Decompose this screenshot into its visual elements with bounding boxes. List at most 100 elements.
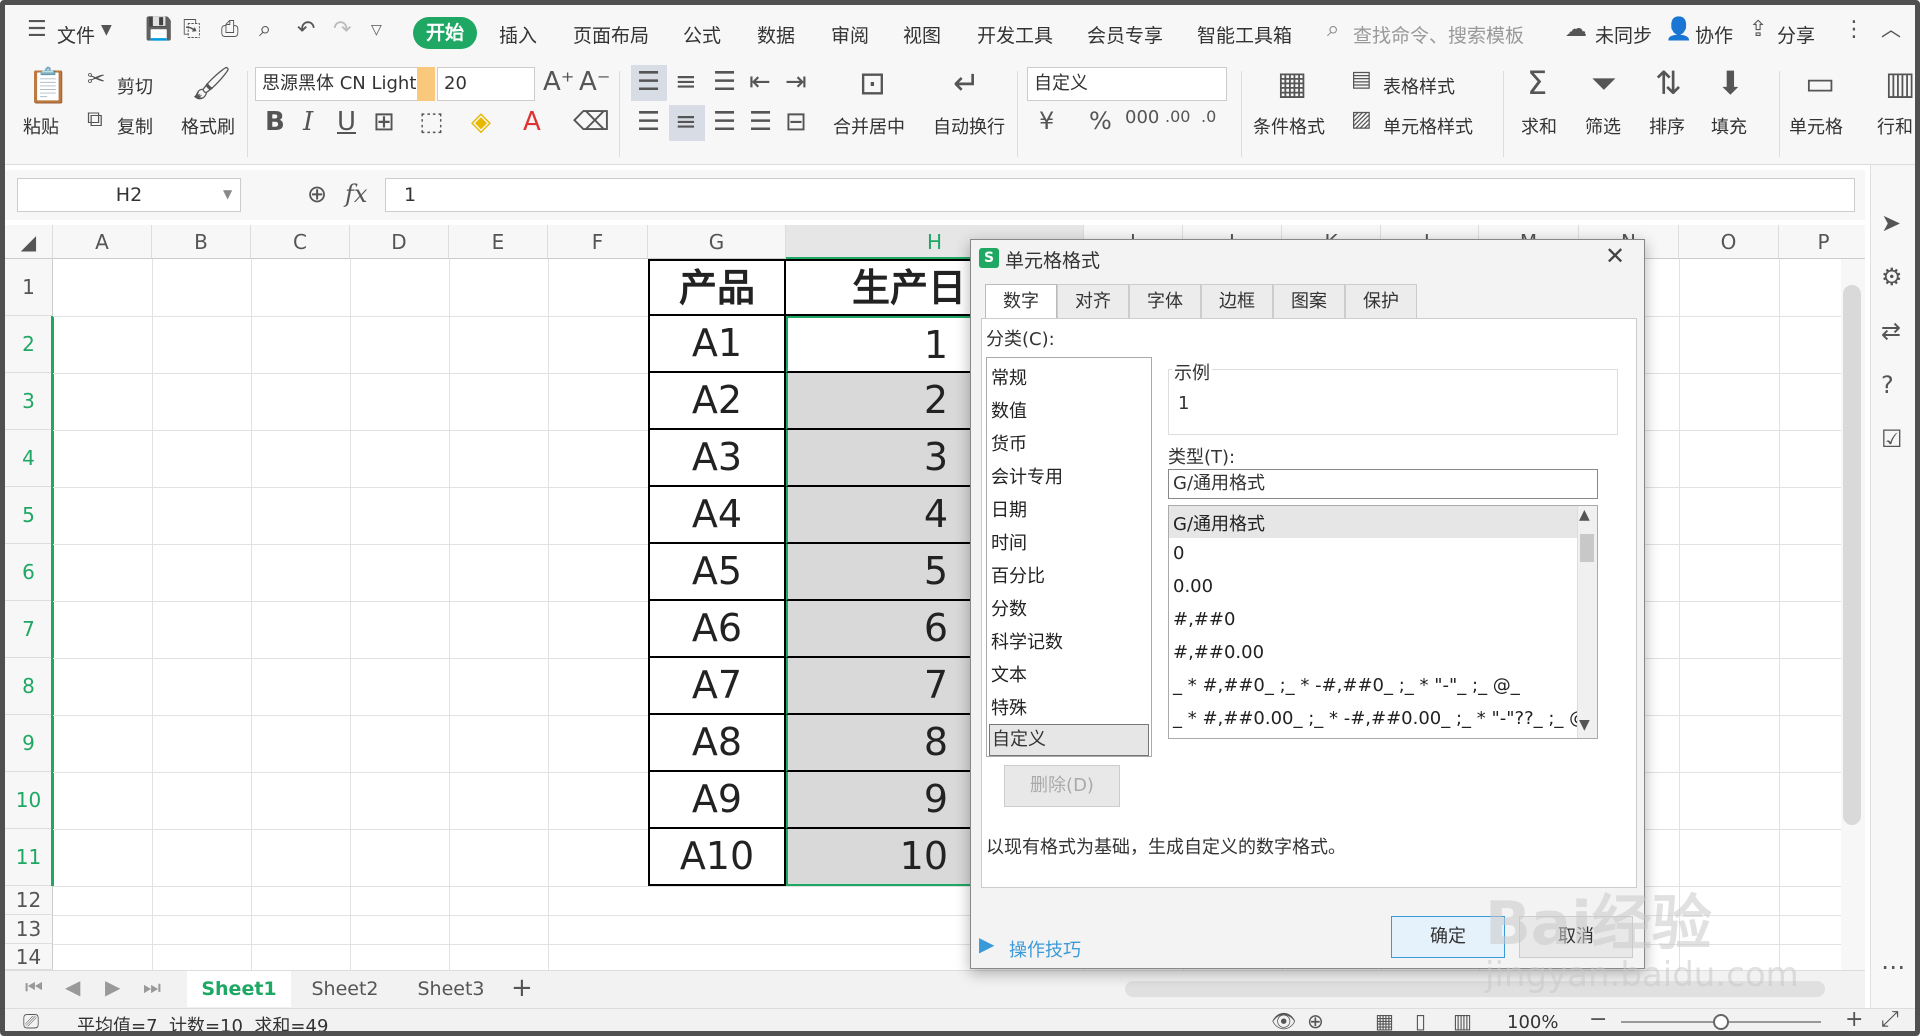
format-item[interactable]: 0.00	[1173, 576, 1213, 597]
row-header-5[interactable]: 5	[5, 487, 53, 544]
format-painter-button[interactable]: 格式刷	[181, 113, 235, 139]
cut-button[interactable]: 剪切	[117, 73, 153, 99]
paste-button[interactable]: 粘贴	[23, 113, 59, 139]
format-list-scroll-thumb[interactable]	[1580, 534, 1594, 562]
format-item[interactable]: G/通用格式	[1173, 510, 1265, 536]
align-bottom-icon[interactable]: ☰	[713, 69, 736, 95]
quick-access-dropdown-icon[interactable]: ▽	[371, 23, 382, 37]
select-all-corner[interactable]: ◢	[5, 225, 53, 259]
align-middle-icon[interactable]: ≡	[675, 69, 697, 95]
tab-data[interactable]: 数据	[757, 21, 795, 48]
wrap-text-icon[interactable]: ↵	[953, 67, 980, 99]
cell-h5[interactable]: 4	[786, 487, 972, 544]
undo-icon[interactable]: ↶	[297, 19, 315, 41]
menu-icon[interactable]: ☰	[27, 19, 47, 41]
sync-status[interactable]: 未同步	[1595, 21, 1652, 48]
name-box-dropdown-icon[interactable]: ▼	[223, 188, 232, 200]
scroll-up-icon[interactable]: ▲	[1579, 508, 1590, 522]
first-sheet-icon[interactable]: ⏮	[25, 977, 43, 997]
conditional-format-button[interactable]: 条件格式	[1253, 113, 1325, 139]
thousands-separator-icon[interactable]: 000	[1125, 109, 1159, 127]
row-header-11[interactable]: 11	[5, 829, 53, 886]
cell-fill-style-icon[interactable]: ⬚	[419, 109, 444, 135]
settings-sliders-icon[interactable]: ⚙	[1881, 265, 1903, 289]
copy-button[interactable]: 复制	[117, 113, 153, 139]
increase-font-icon[interactable]: A⁺	[543, 69, 575, 95]
next-sheet-icon[interactable]: ▶	[105, 977, 120, 997]
save-icon[interactable]: 💾	[145, 19, 172, 41]
sum-button[interactable]: 求和	[1521, 113, 1557, 139]
collaborate-button[interactable]: 协作	[1695, 21, 1733, 48]
decrease-decimal-icon[interactable]: .0	[1201, 109, 1216, 125]
zoom-slider-handle[interactable]	[1713, 1014, 1729, 1030]
col-header-c[interactable]: C	[251, 225, 350, 259]
tab-review[interactable]: 审阅	[831, 21, 869, 48]
row-col-button[interactable]: 行和	[1877, 113, 1913, 139]
fx-icon[interactable]: fx	[345, 180, 367, 208]
align-left-icon[interactable]: ☰	[637, 109, 660, 135]
tab-member[interactable]: 会员专享	[1087, 21, 1163, 48]
cell-h6[interactable]: 5	[786, 544, 972, 601]
help-icon[interactable]: ?	[1881, 373, 1894, 397]
share-icon[interactable]: ⇪	[1749, 19, 1767, 41]
row-header-8[interactable]: 8	[5, 658, 53, 715]
col-header-a[interactable]: A	[53, 225, 152, 259]
format-item[interactable]: #,##0	[1173, 609, 1235, 630]
currency-icon[interactable]: ¥	[1039, 109, 1054, 133]
table-style-button[interactable]: 表格样式	[1383, 73, 1455, 99]
tasks-icon[interactable]: ☑	[1881, 427, 1903, 451]
format-item[interactable]: #,##0.00	[1173, 642, 1264, 663]
tab-formula[interactable]: 公式	[683, 21, 721, 48]
align-top-icon[interactable]: ☰	[637, 69, 660, 95]
category-item[interactable]: 文本	[991, 661, 1027, 687]
cell-g10[interactable]: A9	[648, 772, 786, 829]
cell-g6[interactable]: A5	[648, 544, 786, 601]
category-item[interactable]: 常规	[991, 364, 1027, 390]
tab-number[interactable]: 数字	[985, 284, 1057, 320]
category-item[interactable]: 货币	[991, 430, 1027, 456]
font-dropdown-arrow[interactable]	[417, 67, 435, 101]
search-icon[interactable]: ⌕	[1327, 19, 1339, 41]
align-center-icon[interactable]: ≡	[675, 109, 697, 135]
zoom-formula-icon[interactable]: ⊕	[307, 182, 327, 206]
zoom-out-icon[interactable]: −	[1589, 1009, 1607, 1031]
cell-g9[interactable]: A8	[648, 715, 786, 772]
format-item[interactable]: _ * #,##0.00_ ;_ * -#,##0.00_ ;_ * "-"??…	[1173, 708, 1596, 729]
tab-insert[interactable]: 插入	[499, 21, 537, 48]
row-header-14[interactable]: 14	[5, 944, 53, 970]
row-header-12[interactable]: 12	[5, 886, 53, 915]
cell-icon[interactable]: ▭	[1805, 67, 1835, 99]
cell-g11[interactable]: A10	[648, 829, 786, 886]
tab-view[interactable]: 视图	[903, 21, 941, 48]
row-header-6[interactable]: 6	[5, 544, 53, 601]
justify-icon[interactable]: ☰	[749, 109, 772, 135]
underline-icon[interactable]: U	[337, 109, 356, 135]
clear-format-icon[interactable]: ⌫	[573, 109, 610, 135]
font-name-select[interactable]: 思源黑体 CN Light	[255, 67, 423, 101]
cell-style-icon[interactable]: ▨	[1351, 109, 1372, 131]
decrease-indent-icon[interactable]: ⇤	[749, 69, 771, 95]
row-header-1[interactable]: 1	[5, 259, 53, 316]
percent-icon[interactable]: %	[1089, 109, 1112, 133]
print-preview-icon[interactable]: ⌕	[259, 19, 271, 41]
row-header-10[interactable]: 10	[5, 772, 53, 829]
tab-font[interactable]: 字体	[1129, 284, 1201, 318]
category-item[interactable]: 特殊	[991, 694, 1027, 720]
col-header-f[interactable]: F	[548, 225, 648, 259]
category-list[interactable]: 常规 数值 货币 会计专用 日期 时间 百分比 分数 科学记数 文本 特殊 自定…	[986, 357, 1152, 757]
conditional-format-icon[interactable]: ▦	[1277, 67, 1307, 99]
bold-icon[interactable]: B	[265, 109, 285, 135]
merge-center-icon[interactable]: ⊡	[859, 67, 886, 99]
col-header-g[interactable]: G	[648, 225, 786, 259]
row-col-icon[interactable]: ▥	[1885, 67, 1915, 99]
cell-g2[interactable]: A1	[648, 316, 786, 373]
cell-button[interactable]: 单元格	[1789, 113, 1843, 139]
formula-input[interactable]: 1	[385, 178, 1855, 212]
filter-icon[interactable]: ⏷	[1591, 67, 1617, 99]
row-header-7[interactable]: 7	[5, 601, 53, 658]
prev-sheet-icon[interactable]: ◀	[65, 977, 80, 997]
sum-icon[interactable]: Σ	[1527, 67, 1547, 99]
cell-style-button[interactable]: 单元格样式	[1383, 113, 1473, 139]
format-painter-icon[interactable]: 🖌	[191, 67, 232, 99]
number-format-select[interactable]: 自定义	[1027, 67, 1227, 101]
